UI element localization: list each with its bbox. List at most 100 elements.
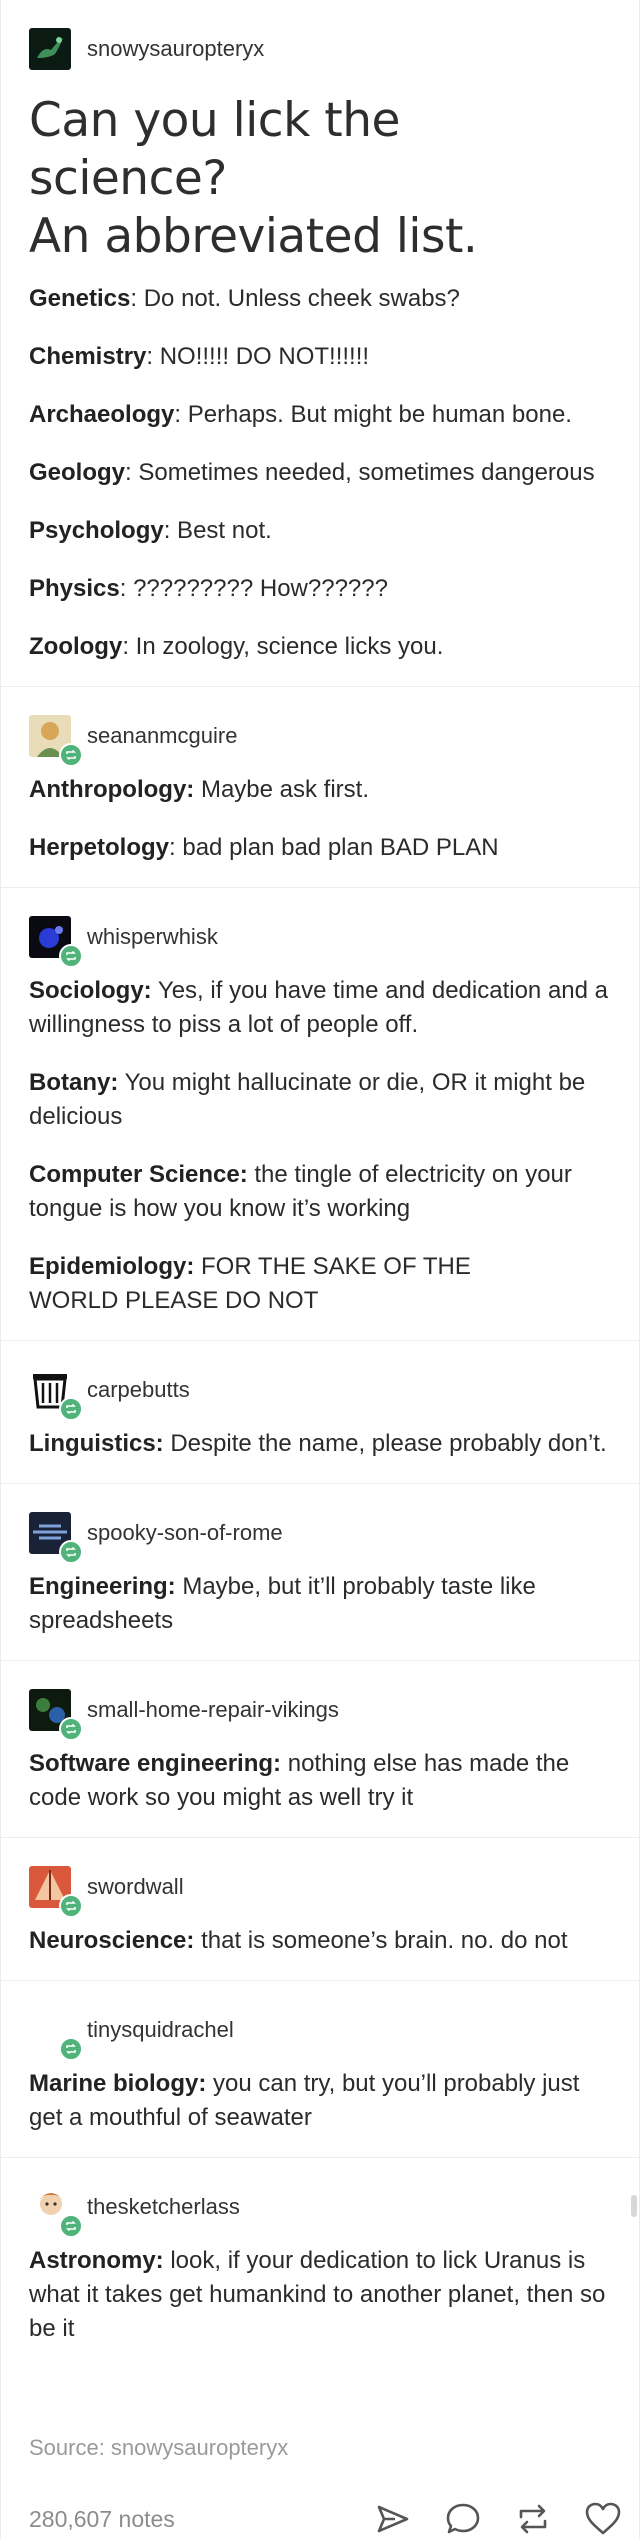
list-item: Psychology: Best not. (29, 514, 615, 548)
reblog-badge-icon (59, 1397, 83, 1421)
reblog-entry: seananmcguire Anthropology: Maybe ask fi… (1, 687, 639, 865)
username[interactable]: thesketcherlass (87, 2194, 240, 2220)
title-line: Can you lick the science? (29, 93, 400, 206)
reblog-icon[interactable] (513, 2499, 553, 2539)
science-term: Archaeology (29, 401, 175, 428)
list-item: Physics: ????????? How?????? (29, 572, 615, 606)
reblog-badge-icon (59, 944, 83, 968)
science-verdict: : ????????? How?????? (119, 575, 388, 602)
reblog-header: small-home-repair-vikings (1, 1661, 639, 1741)
science-term: Herpetology (29, 834, 170, 861)
list-item: Genetics: Do not. Unless cheek swabs? (29, 282, 615, 316)
list-item: Computer Science: the tingle of electric… (29, 1158, 615, 1226)
list-item: Archaeology: Perhaps. But might be human… (29, 398, 615, 432)
reblog-header: carpebutts (1, 1341, 639, 1421)
list-item: Neuroscience: that is someone’s brain. n… (29, 1924, 615, 1958)
post-footer: Source: snowysauropteryx 280,607 notes (1, 2435, 640, 2539)
list-item: Herpetology: bad plan bad plan BAD PLAN (29, 831, 615, 865)
science-term: Linguistics: (29, 1430, 164, 1457)
list-item: Anthropology: Maybe ask first. (29, 773, 615, 807)
source-link[interactable]: Source: snowysauropteryx (29, 2435, 640, 2461)
title-line: An abbreviated list. (29, 209, 478, 264)
op-body: Genetics: Do not. Unless cheek swabs? Ch… (1, 282, 639, 664)
avatar[interactable] (29, 2186, 83, 2238)
science-verdict: Maybe ask first. (194, 776, 370, 803)
list-item: Zoology: In zoology, science licks you. (29, 630, 615, 664)
post-title: Can you lick the science? An abbreviated… (29, 92, 611, 266)
science-term: Computer Science: (29, 1161, 248, 1188)
reblog-badge-icon (59, 1894, 83, 1918)
reblog-entry: whisperwhisk Sociology: Yes, if you have… (1, 888, 639, 1318)
avatar[interactable] (29, 28, 71, 70)
science-term: Neuroscience: (29, 1927, 195, 1954)
scrollbar-thumb[interactable] (631, 2195, 637, 2217)
list-item: Geology: Sometimes needed, sometimes dan… (29, 456, 615, 490)
list-item: Astronomy: look, if your dedication to l… (29, 2244, 615, 2346)
science-term: Marine biology: (29, 2070, 207, 2097)
share-icon[interactable] (373, 2499, 413, 2539)
avatar[interactable] (29, 1369, 83, 1421)
reblog-entry: swordwall Neuroscience: that is someone’… (1, 1838, 639, 1958)
science-verdict: : NO!!!!! DO NOT!!!!!! (146, 343, 370, 370)
avatar[interactable] (29, 1512, 83, 1564)
reblog-entry: spooky-son-of-rome Engineering: Maybe, b… (1, 1484, 639, 1638)
avatar[interactable] (29, 916, 83, 968)
science-verdict: : Perhaps. But might be human bone. (174, 401, 572, 428)
reblog-badge-icon (59, 1717, 83, 1741)
avatar[interactable] (29, 1689, 83, 1741)
science-term: Physics (29, 575, 120, 602)
avatar[interactable] (29, 1866, 83, 1918)
post-header: snowysauropteryx (1, 0, 639, 70)
science-term: Epidemiology: (29, 1253, 195, 1280)
list-item: Linguistics: Despite the name, please pr… (29, 1427, 615, 1461)
reblog-entry: thesketcherlass Astronomy: look, if your… (1, 2158, 639, 2346)
science-term: Software engineering: (29, 1750, 282, 1777)
science-verdict: that is someone’s brain. no. do not (194, 1927, 568, 1954)
science-term: Geology (29, 459, 126, 486)
science-term: Engineering: (29, 1573, 176, 1600)
science-verdict: : In zoology, science licks you. (122, 633, 444, 660)
science-term: Astronomy: (29, 2247, 164, 2274)
username[interactable]: small-home-repair-vikings (87, 1697, 339, 1723)
heart-icon[interactable] (583, 2499, 623, 2539)
reblog-header: spooky-son-of-rome (1, 1484, 639, 1564)
username[interactable]: whisperwhisk (87, 924, 218, 950)
reply-icon[interactable] (443, 2499, 483, 2539)
list-item: Epidemiology: FOR THE SAKE OF THE WORLD … (29, 1250, 489, 1318)
username[interactable]: seananmcguire (87, 723, 237, 749)
username[interactable]: carpebutts (87, 1377, 190, 1403)
science-term: Anthropology: (29, 776, 195, 803)
science-verdict: : bad plan bad plan BAD PLAN (169, 834, 499, 861)
reblog-header: seananmcguire (1, 687, 639, 767)
avatar[interactable] (29, 715, 83, 767)
list-item: Botany: You might hallucinate or die, OR… (29, 1066, 615, 1134)
science-term: Chemistry (29, 343, 147, 370)
science-verdict: Despite the name, please probably don’t. (163, 1430, 607, 1457)
science-term: Botany: (29, 1069, 119, 1096)
reblog-badge-icon (59, 1540, 83, 1564)
notes-count[interactable]: 280,607 notes (29, 2506, 175, 2533)
reblog-header: thesketcherlass (1, 2158, 639, 2238)
science-verdict: : Do not. Unless cheek swabs? (130, 285, 460, 312)
reblog-header: tinysquidrachel (1, 1981, 639, 2061)
reblog-badge-icon (59, 2037, 83, 2061)
reblog-badge-icon (59, 743, 83, 767)
username[interactable]: snowysauropteryx (87, 36, 264, 62)
username[interactable]: tinysquidrachel (87, 2017, 234, 2043)
action-bar: 280,607 notes (1, 2499, 640, 2539)
username[interactable]: swordwall (87, 1874, 184, 1900)
avatar-image (29, 28, 71, 70)
science-verdict: : Sometimes needed, sometimes dangerous (125, 459, 595, 486)
list-item: Engineering: Maybe, but it’ll probably t… (29, 1570, 615, 1638)
reblog-badge-icon (59, 2214, 83, 2238)
science-term: Sociology: (29, 977, 152, 1004)
reblog-header: whisperwhisk (1, 888, 639, 968)
avatar[interactable] (29, 2009, 83, 2061)
username[interactable]: spooky-son-of-rome (87, 1520, 283, 1546)
list-item: Sociology: Yes, if you have time and ded… (29, 974, 615, 1042)
science-verdict: : Best not. (163, 517, 272, 544)
tumblr-post: snowysauropteryx Can you lick the scienc… (0, 0, 640, 2539)
action-icons (343, 2499, 623, 2539)
science-term: Zoology (29, 633, 123, 660)
reblog-entry: small-home-repair-vikings Software engin… (1, 1661, 639, 1815)
